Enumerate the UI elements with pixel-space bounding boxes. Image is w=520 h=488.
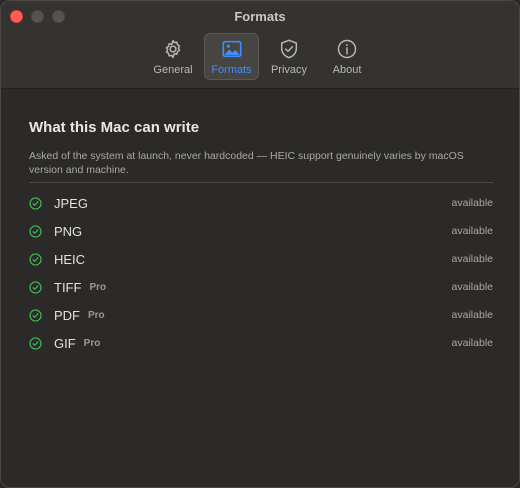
tab-formats-label: Formats xyxy=(211,64,252,76)
photo-icon xyxy=(221,40,242,58)
tab-general[interactable]: General xyxy=(149,33,197,80)
check-circle-icon xyxy=(29,336,42,350)
check-circle-icon xyxy=(29,252,42,266)
format-row-png: PNG available xyxy=(29,217,493,245)
format-name: TIFF xyxy=(54,279,82,295)
check-circle-icon xyxy=(29,308,42,322)
format-name: GIF xyxy=(54,335,76,351)
format-name: JPEG xyxy=(54,195,88,211)
format-name: HEIC xyxy=(54,251,86,267)
format-name: PDF xyxy=(54,307,80,323)
section-description: Asked of the system at launch, never har… xyxy=(29,150,464,176)
check-circle-icon xyxy=(29,224,42,238)
format-status: available xyxy=(451,197,493,209)
title-bar: Formats General Formats Privacy About xyxy=(1,1,519,89)
pro-badge: Pro xyxy=(83,337,101,349)
shield-check-icon xyxy=(280,39,298,59)
tab-about[interactable]: About xyxy=(323,33,371,80)
check-circle-icon xyxy=(29,280,42,294)
format-row-gif: GIF Pro available xyxy=(29,329,493,357)
pro-badge: Pro xyxy=(89,281,107,293)
preferences-toolbar: General Formats Privacy About xyxy=(1,33,519,80)
format-status: available xyxy=(451,309,493,321)
format-status: available xyxy=(451,253,493,265)
check-circle-icon xyxy=(29,196,42,210)
section-heading: What this Mac can write xyxy=(29,119,200,136)
tab-privacy-label: Privacy xyxy=(270,64,308,76)
gear-icon xyxy=(165,39,181,59)
format-row-heic: HEIC available xyxy=(29,245,493,273)
tab-privacy[interactable]: Privacy xyxy=(265,33,313,80)
tab-about-label: About xyxy=(332,64,362,76)
format-status: available xyxy=(451,225,493,237)
info-circle-icon xyxy=(337,39,357,59)
format-row-tiff: TIFF Pro available xyxy=(29,273,493,301)
format-list: JPEG available PNG available HEIC availa… xyxy=(29,189,493,357)
format-status: available xyxy=(451,281,493,293)
pro-badge: Pro xyxy=(88,309,105,321)
format-status: available xyxy=(451,337,493,349)
tab-formats[interactable]: Formats xyxy=(204,33,259,80)
format-row-pdf: PDF Pro available xyxy=(29,301,493,329)
tab-general-label: General xyxy=(153,64,193,76)
formats-pane: What this Mac can write Asked of the sys… xyxy=(1,119,519,357)
window-title: Formats xyxy=(234,9,286,24)
preferences-window: Formats General Formats Privacy About Wh… xyxy=(0,0,520,488)
divider xyxy=(29,182,493,183)
format-name: PNG xyxy=(54,223,83,239)
format-row-jpeg: JPEG available xyxy=(29,189,493,217)
